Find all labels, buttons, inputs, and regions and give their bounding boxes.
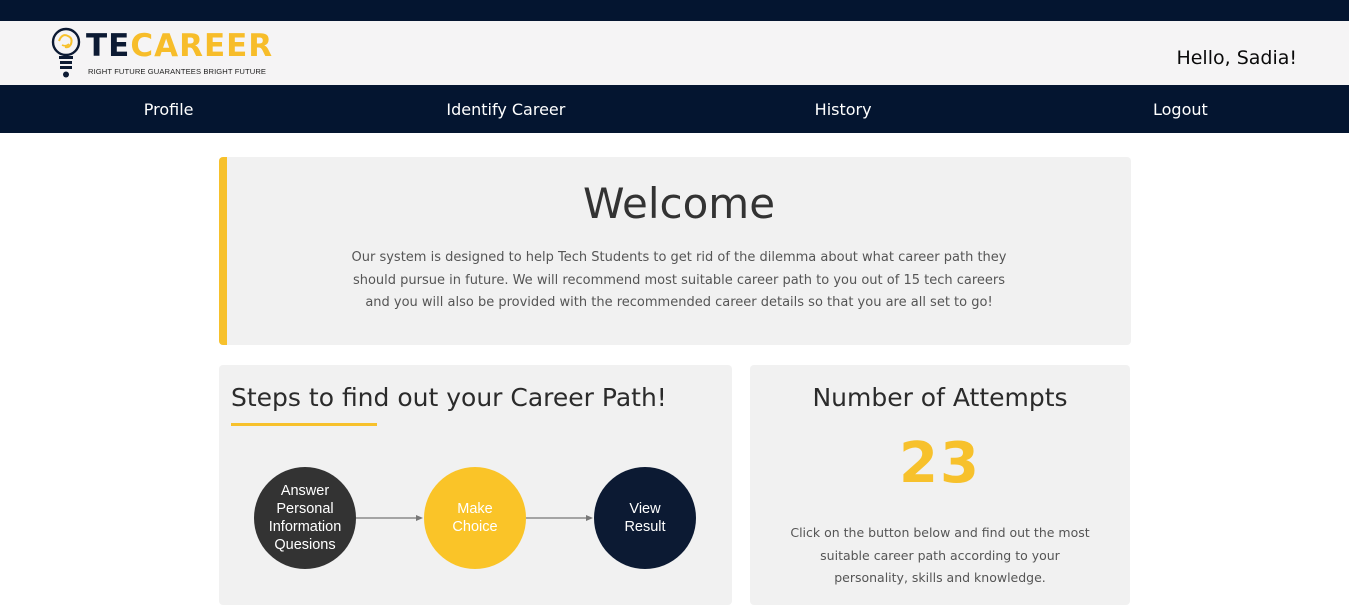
attempts-title: Number of Attempts (812, 383, 1068, 412)
welcome-description: Our system is designed to help Tech Stud… (351, 250, 1007, 310)
brand-tagline: RIGHT FUTURE GUARANTEES BRIGHT FUTURE (88, 67, 267, 76)
step-1-line-1: Answer (280, 483, 330, 499)
steps-card: Steps to find out your Career Path! Answ… (219, 365, 732, 605)
welcome-accent-bar (219, 157, 227, 345)
brand-logo[interactable]: TECAREER RIGHT FUTURE GUARANTEES BRIGHT … (50, 26, 290, 82)
brand-name-te: TE (86, 28, 131, 64)
site-header: TECAREER RIGHT FUTURE GUARANTEES BRIGHT … (0, 21, 1349, 85)
nav-identify-career[interactable]: Identify Career (337, 85, 674, 133)
nav-history[interactable]: History (675, 85, 1012, 133)
step-view-result: View Result (594, 467, 696, 569)
attempts-description: Click on the button below and find out t… (790, 525, 1090, 585)
main-nav: Profile Identify Career History Logout (0, 85, 1349, 133)
welcome-card: Welcome Our system is designed to help T… (219, 157, 1131, 345)
attempts-count: 23 (899, 431, 981, 496)
step-1-line-3: Information (268, 519, 342, 535)
step-1-line-2: Personal (276, 501, 334, 517)
nav-logout[interactable]: Logout (1012, 85, 1349, 133)
nav-profile[interactable]: Profile (0, 85, 337, 133)
brand-name-career: CAREER (130, 28, 274, 64)
step-2-line-1: Make (457, 501, 493, 517)
step-3-line-2: Result (624, 519, 666, 535)
lightbulb-icon (51, 27, 81, 78)
attempts-card: Number of Attempts 23 Click on the butto… (750, 365, 1130, 605)
top-strip (0, 0, 1349, 21)
welcome-title: Welcome (582, 179, 776, 228)
step-1-line-4: Quesions (274, 537, 336, 553)
step-answer-questions: Answer Personal Information Quesions (254, 467, 356, 569)
brand-name: TECAREER (86, 28, 273, 64)
step-2-line-2: Choice (452, 519, 498, 535)
user-greeting: Hello, Sadia! (1176, 47, 1297, 69)
step-3-line-1: View (629, 501, 661, 517)
step-make-choice: Make Choice (424, 467, 526, 569)
